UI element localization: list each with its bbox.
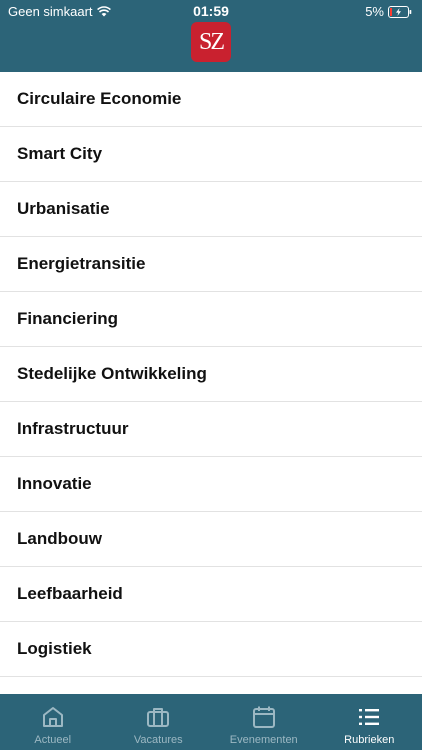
tab-label: Rubrieken bbox=[344, 734, 395, 746]
list-icon bbox=[359, 709, 380, 725]
status-time: 01:59 bbox=[193, 3, 229, 19]
list-item[interactable]: Circulaire Economie bbox=[0, 72, 422, 127]
list-item[interactable]: Energietransitie bbox=[0, 237, 422, 292]
battery-status: 5% bbox=[365, 4, 412, 19]
battery-charging-icon bbox=[388, 5, 412, 18]
calendar-icon bbox=[252, 706, 275, 728]
list-item[interactable]: Landbouw bbox=[0, 512, 422, 567]
tab-label: Vacatures bbox=[133, 734, 183, 746]
battery-percent: 5% bbox=[365, 4, 384, 19]
status-bar: Geen simkaart 01:59 5% bbox=[0, 0, 422, 22]
home-icon bbox=[42, 707, 63, 727]
list-item[interactable]: Innovatie bbox=[0, 457, 422, 512]
app-logo: SZ bbox=[191, 22, 231, 62]
list-item[interactable]: Urbanisatie bbox=[0, 182, 422, 237]
category-list: Circulaire Economie Smart City Urbanisat… bbox=[0, 72, 422, 677]
list-item[interactable]: Leefbaarheid bbox=[0, 567, 422, 622]
tab-vacatures[interactable]: Vacatures bbox=[106, 694, 212, 750]
tab-evenementen[interactable]: Evenementen bbox=[211, 694, 317, 750]
list-item[interactable]: Stedelijke Ontwikkeling bbox=[0, 347, 422, 402]
tab-label: Evenementen bbox=[229, 734, 298, 746]
list-item[interactable]: Smart City bbox=[0, 127, 422, 182]
tab-bar: Actueel Vacatures Evenementen Rubrieken bbox=[0, 694, 422, 750]
tab-label: Actueel bbox=[34, 734, 72, 746]
briefcase-icon bbox=[147, 708, 170, 727]
tab-actueel[interactable]: Actueel bbox=[0, 694, 106, 750]
list-item[interactable]: Logistiek bbox=[0, 622, 422, 677]
logo-text: SZ bbox=[198, 28, 225, 55]
app-header: Geen simkaart 01:59 5% SZ bbox=[0, 0, 422, 72]
list-item[interactable]: Infrastructuur bbox=[0, 402, 422, 457]
tab-rubrieken[interactable]: Rubrieken bbox=[317, 694, 422, 750]
list-item[interactable]: Financiering bbox=[0, 292, 422, 347]
